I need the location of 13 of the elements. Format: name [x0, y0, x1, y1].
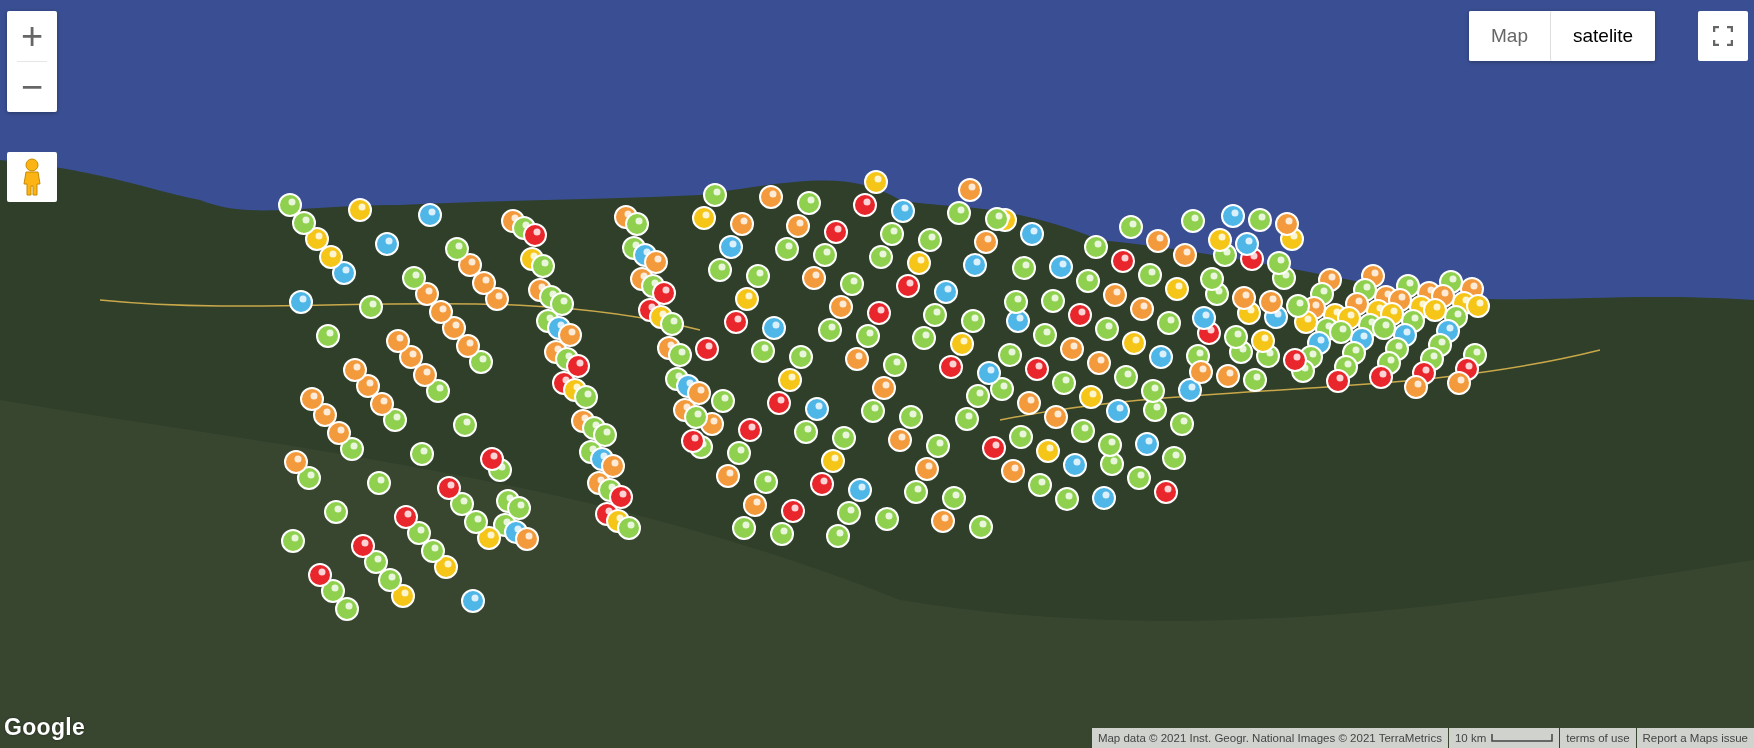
person-icon — [23, 158, 41, 196]
fullscreen-button[interactable] — [1698, 11, 1748, 61]
map-type-tab[interactable]: satelite — [1549, 11, 1656, 61]
google-logo: Google — [4, 714, 86, 741]
report-issue-link[interactable]: Report a Maps issue — [1636, 728, 1754, 748]
fullscreen-icon — [1713, 26, 1733, 46]
scale-bar[interactable]: 10 km — [1448, 728, 1560, 748]
map-type-tab[interactable]: Map — [1469, 11, 1550, 61]
zoom-in-button[interactable]: + — [7, 11, 57, 61]
terms-link[interactable]: terms of use — [1560, 728, 1636, 748]
satellite-map-drawing[interactable] — [0, 0, 1754, 748]
zoom-out-button[interactable]: − — [7, 62, 57, 112]
map-data-attribution: Map data © 2021 Inst. Geogr. National Images © 2021 TerraMetrics — [1091, 728, 1448, 748]
